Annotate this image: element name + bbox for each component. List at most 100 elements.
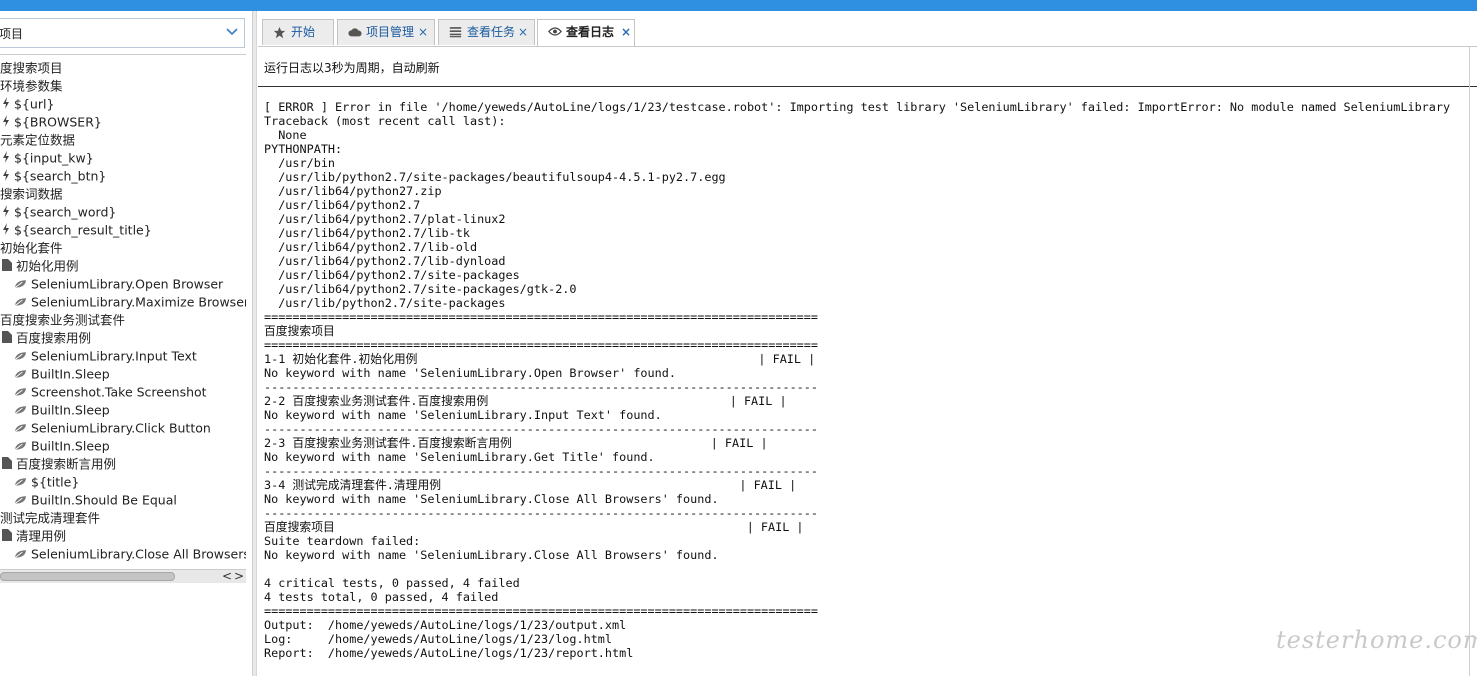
tab-underline [258,46,1477,47]
variable-icon [2,204,10,222]
tree-node-label: ${title} [31,474,80,490]
tree-node-label: BuiltIn.Sleep [31,438,110,454]
tree-suite-node[interactable]: 初始化套件 [0,239,63,257]
tab-project-management[interactable]: 项目管理 × [337,19,435,45]
tree-suite-node[interactable]: 环境参数集 [0,77,63,95]
tree-node-label: ${BROWSER} [14,114,102,130]
tree-item-node[interactable]: SeleniumLibrary.Input Text [14,347,197,365]
variable-icon [2,96,10,114]
tree-node-label: 百度搜索用例 [16,330,92,346]
tree-item-node[interactable]: SeleniumLibrary.Close All Browsers [14,545,246,563]
tree-node-label: 百度搜索业务测试套件 [0,312,126,328]
keyword-leaf-icon [14,546,27,564]
tree-item-node[interactable]: ${url} [2,95,54,113]
tree-node-label: BuiltIn.Should Be Equal [31,492,177,508]
tab-label: 查看任务 [467,25,516,39]
testcase-icon [2,330,12,348]
tree-node-label: 初始化套件 [0,240,63,256]
tree-node-label: 元素定位数据 [0,132,76,148]
chevron-down-icon [226,28,238,36]
tree-item-node[interactable]: ${search_result_title} [2,221,152,239]
tree-item-node[interactable]: BuiltIn.Sleep [14,401,110,419]
list-icon [449,27,462,38]
scrollbar-track[interactable] [1469,47,1470,676]
tree-node-label: 度搜索项目 [0,60,63,76]
tree-node-label: ${search_btn} [14,168,107,184]
tab-close-button[interactable]: × [621,20,631,44]
variable-icon [2,168,10,186]
tree-suite-node[interactable]: 测试完成清理套件 [0,509,100,527]
keyword-leaf-icon [14,294,27,312]
tree-testcase-node[interactable]: 清理用例 [2,527,66,545]
tree-node-label: 环境参数集 [0,78,63,94]
keyword-leaf-icon [14,276,27,294]
variable-icon [2,222,10,240]
tree-suite-node[interactable]: 度搜索项目 [0,59,63,77]
keyword-leaf-icon [14,366,27,384]
tree-node-label: Screenshot.Take Screenshot [31,384,207,400]
tab-bar: 开始 项目管理 × 查看任务 × 查看日志 × [262,19,1477,47]
keyword-leaf-icon [14,474,27,492]
horizontal-scrollbar[interactable]: < > [0,569,246,583]
panel-splitter[interactable] [252,11,257,676]
tree-node-label: SeleniumLibrary.Close All Browsers [31,546,246,562]
tab-close-button[interactable]: × [418,20,428,44]
tree-item-node[interactable]: ${input_kw} [2,149,94,167]
tree-node-label: 初始化用例 [16,258,79,274]
tree-item-node[interactable]: ${title} [14,473,79,491]
tree-suite-node[interactable]: 元素定位数据 [0,131,75,149]
scrollbar-thumb[interactable] [0,572,175,581]
project-tree-panel: 项目 度搜索项目环境参数集 ${url} ${BROWSER} 元素定位数据 ${inp… [0,11,252,676]
tab-close-button[interactable]: × [518,20,528,44]
tab-view-log[interactable]: 查看日志 × [537,19,635,47]
tree-node-label: BuiltIn.Sleep [31,402,110,418]
top-accent-bar [0,0,1477,11]
tree-item-node[interactable]: ${search_btn} [2,167,106,185]
tree-node-label: ${search_word} [14,204,117,220]
tab-start[interactable]: 开始 [262,19,334,45]
tree-item-node[interactable]: SeleniumLibrary.Maximize Browser Window [14,293,246,311]
tree-node-label: 搜索词数据 [0,186,63,202]
testcase-icon [2,456,12,474]
keyword-leaf-icon [14,420,27,438]
tree-item-node[interactable]: BuiltIn.Sleep [14,365,110,383]
log-output: [ ERROR ] Error in file '/home/yeweds/Au… [264,100,1451,660]
eye-icon [548,27,562,36]
testcase-icon [2,258,12,276]
tree-node-label: 清理用例 [16,528,67,544]
tree-node-label: 测试完成清理套件 [0,510,101,526]
variable-icon [2,114,10,132]
tree-testcase-node[interactable]: 百度搜索断言用例 [2,455,116,473]
tree-item-node[interactable]: Screenshot.Take Screenshot [14,383,207,401]
tab-label: 查看日志 [566,25,615,39]
tree-item-node[interactable]: BuiltIn.Sleep [14,437,110,455]
tree-item-node[interactable]: ${BROWSER} [2,113,102,131]
tree-item-node[interactable]: SeleniumLibrary.Click Button [14,419,211,437]
scroll-right-arrow[interactable]: > [234,569,244,583]
tree-suite-node[interactable]: 百度搜索业务测试套件 [0,311,125,329]
variable-icon [2,150,10,168]
keyword-leaf-icon [14,348,27,366]
project-select[interactable]: 项目 [0,18,245,48]
tree-node-label: ${url} [14,96,55,112]
tree-item-node[interactable]: BuiltIn.Should Be Equal [14,491,177,509]
project-tree: 度搜索项目环境参数集 ${url} ${BROWSER} 元素定位数据 ${input_… [0,59,246,565]
keyword-leaf-icon [14,492,27,510]
tree-node-label: ${search_result_title} [14,222,152,238]
tree-item-node[interactable]: ${search_word} [2,203,116,221]
tree-testcase-node[interactable]: 初始化用例 [2,257,79,275]
star-icon [273,26,286,39]
tree-suite-node[interactable]: 搜索词数据 [0,185,63,203]
divider [0,54,246,55]
tab-view-tasks[interactable]: 查看任务 × [438,19,535,45]
keyword-leaf-icon [14,438,27,456]
tree-item-node[interactable]: SeleniumLibrary.Open Browser [14,275,223,293]
tree-node-label: BuiltIn.Sleep [31,366,110,382]
tree-node-label: ${input_kw} [14,150,94,166]
tab-label: 开始 [291,25,316,39]
tab-label: 项目管理 [366,25,415,39]
tree-testcase-node[interactable]: 百度搜索用例 [2,329,91,347]
scroll-left-arrow[interactable]: < [222,569,232,583]
tree-node-label: SeleniumLibrary.Open Browser [31,276,224,292]
cloud-icon [348,28,362,37]
